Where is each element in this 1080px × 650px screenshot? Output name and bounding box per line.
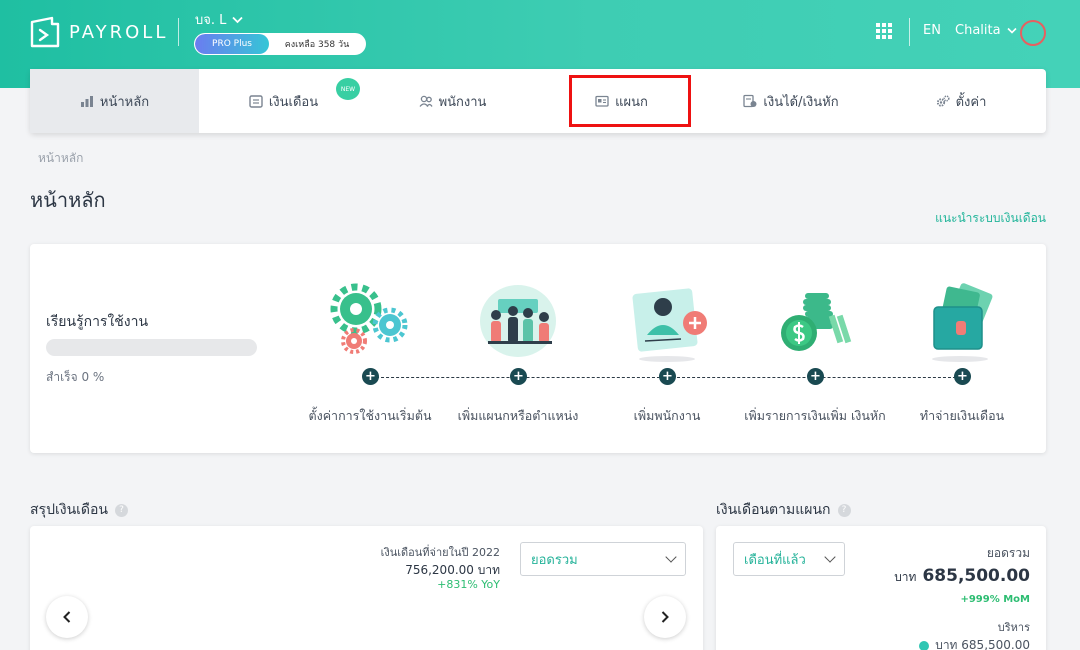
chart-icon <box>80 96 93 107</box>
logo-icon <box>30 16 60 48</box>
learn-title: เรียนรู้การใช้งาน <box>46 314 149 330</box>
nav-item-label: แผนก <box>615 94 648 110</box>
new-badge: NEW <box>336 78 360 100</box>
avatar[interactable] <box>1020 20 1046 46</box>
nav-item-employees[interactable]: พนักงาน <box>368 69 537 133</box>
plan-badge: PRO Plus คงเหลือ 358 วัน <box>194 33 366 55</box>
chevron-down-icon <box>665 551 677 563</box>
mom-change: +999% MoM <box>960 594 1030 605</box>
nav-item-home[interactable]: หน้าหลัก <box>30 69 199 133</box>
chevron-down-icon <box>824 551 836 563</box>
gear-icon <box>936 95 950 107</box>
company-name: บจ. L <box>195 13 227 28</box>
dept-title: เงินเดือนตามแผนก <box>716 502 831 518</box>
payroll-logo[interactable]: PAYROLL <box>30 16 168 48</box>
summary-title: สรุปเงินเดือน <box>30 502 108 518</box>
dept-filter-value: เดือนที่แล้ว <box>744 552 806 568</box>
add-step-icon[interactable]: + <box>659 368 676 385</box>
nav-item-payroll[interactable]: เงินเดือน NEW <box>199 69 368 133</box>
department-icon <box>595 95 609 107</box>
dept-card: เดือนที่แล้ว ยอดรวม บาท 685,500.00 +999%… <box>716 526 1046 650</box>
dept-section-title: เงินเดือนตามแผนก ? <box>716 499 851 521</box>
step-run-payroll: + ทำจ่ายเงินเดือน <box>872 244 1052 453</box>
dept-name: บริหาร <box>997 621 1030 634</box>
help-icon[interactable]: ? <box>115 503 128 517</box>
step-label[interactable]: ทำจ่ายเงินเดือน <box>872 406 1052 426</box>
user-name: Chalita <box>955 23 1001 38</box>
summary-filter-value: ยอดรวม <box>531 552 578 568</box>
chevron-right-icon <box>661 611 669 623</box>
divider <box>909 18 910 46</box>
add-step-icon[interactable]: + <box>510 368 527 385</box>
nav-item-income-deduction[interactable]: เงินได้/เงินหัก <box>706 69 876 133</box>
dept-amount: บาท 685,500.00 <box>935 638 1030 650</box>
learn-card: เรียนรู้การใช้งาน สำเร็จ 0 % + ตั้งค่ากา… <box>30 244 1046 453</box>
dept-total-amount: 685,500.00 <box>922 566 1030 586</box>
chevron-down-icon <box>1007 27 1017 34</box>
summary-section-title: สรุปเงินเดือน ? <box>30 499 128 521</box>
paid-label: เงินเดือนที่จ่ายในปี 2022 <box>380 546 500 559</box>
nav-item-label: เงินได้/เงินหัก <box>763 94 839 110</box>
chevron-down-icon <box>232 16 244 23</box>
employee-card-icon <box>632 288 707 362</box>
guide-link[interactable]: แนะนำระบบเงินเดือน <box>935 209 1046 228</box>
nav-item-label: หน้าหลัก <box>99 94 150 110</box>
company-selector[interactable]: บจ. L <box>195 9 244 30</box>
add-step-icon[interactable]: + <box>362 368 379 385</box>
apps-grid-icon[interactable] <box>876 23 892 39</box>
language-switch[interactable]: EN <box>923 23 941 38</box>
coins-icon <box>781 293 852 351</box>
plan-remaining: คงเหลือ 358 วัน <box>284 40 350 50</box>
dept-legend-item: บาท 685,500.00 <box>919 636 1030 650</box>
nav-item-label: เงินเดือน <box>268 94 319 110</box>
people-icon <box>419 95 433 107</box>
prev-button[interactable] <box>46 596 88 638</box>
wallet-icon <box>932 283 993 362</box>
chevron-left-icon <box>63 611 71 623</box>
payroll-icon <box>249 95 263 108</box>
divider <box>178 18 179 46</box>
logo-text: PAYROLL <box>69 21 169 43</box>
currency-label: บาท <box>894 570 917 584</box>
help-icon[interactable]: ? <box>837 503 851 517</box>
summary-filter-select[interactable]: ยอดรวม <box>520 542 686 576</box>
learn-progress-bar <box>46 339 257 356</box>
add-step-icon[interactable]: + <box>807 368 824 385</box>
dept-total: บาท 685,500.00 <box>894 566 1030 587</box>
team-icon <box>480 285 556 357</box>
legend-dot-icon <box>919 640 930 650</box>
gears-icon <box>330 283 408 354</box>
user-menu[interactable]: Chalita <box>955 23 1017 38</box>
page-title: หน้าหลัก <box>30 188 106 212</box>
nav-item-label: ตั้งค่า <box>955 94 987 110</box>
main-nav: หน้าหลัก เงินเดือน NEW พนักงาน แผนก เงิน… <box>30 69 1046 133</box>
nav-item-settings[interactable]: ตั้งค่า <box>876 69 1046 133</box>
dept-filter-select[interactable]: เดือนที่แล้ว <box>733 542 845 576</box>
nav-item-department[interactable]: แผนก <box>537 69 706 133</box>
summary-card: เงินเดือนที่จ่ายในปี 2022 756,200.00 บาท… <box>30 526 703 650</box>
add-step-icon[interactable]: + <box>954 368 971 385</box>
plan-name: PRO Plus <box>195 34 269 54</box>
yoy-change: +831% YoY <box>437 578 500 591</box>
breadcrumb[interactable]: หน้าหลัก <box>38 149 83 168</box>
dept-total-label: ยอดรวม <box>986 546 1030 560</box>
learn-progress-text: สำเร็จ 0 % <box>46 370 105 384</box>
income-icon <box>743 94 757 108</box>
next-button[interactable] <box>644 596 686 638</box>
nav-item-label: พนักงาน <box>438 94 487 110</box>
